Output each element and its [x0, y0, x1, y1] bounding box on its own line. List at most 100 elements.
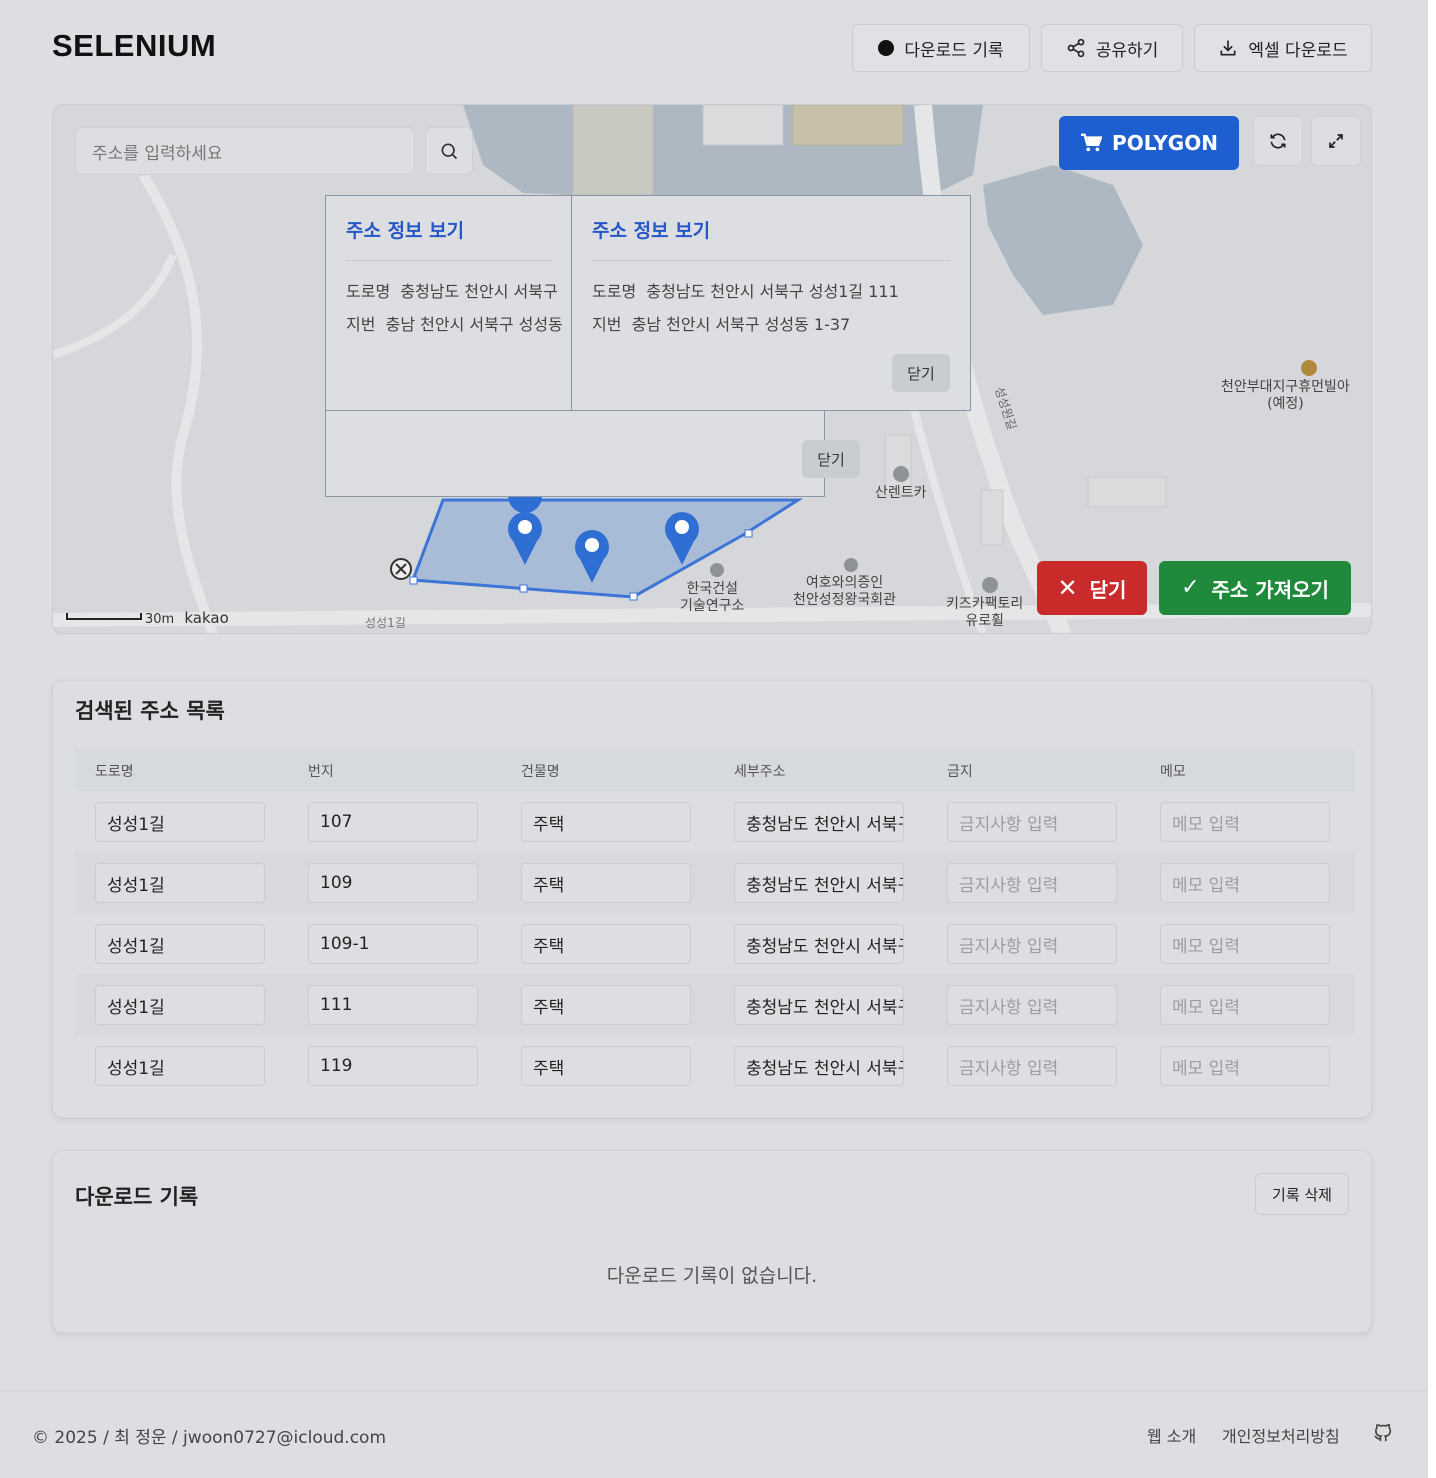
place-kingdom-hall-sub: 천안성정왕국회관: [793, 592, 897, 608]
place-kingdom-hall-name: 여호와의증인: [805, 575, 884, 591]
place-kict-sub: 기술연구소: [680, 598, 745, 614]
footer-copyright: © 2025 / 최 정운 / jwoon0727@icloud.com: [32, 1428, 386, 1448]
cart-icon: [1081, 133, 1103, 152]
excel-download-label: 엑셀 다운로드: [1248, 40, 1348, 61]
popup-2-close-button[interactable]: 닫기: [892, 354, 950, 392]
github-icon[interactable]: [1372, 1421, 1394, 1443]
detail-input[interactable]: 충청남도 천안시 서북구: [734, 863, 904, 903]
popup-2-jibun-value: 충남 천안시 서북구 성성동 1-37: [631, 315, 851, 334]
popup-back-close-label: 닫기: [817, 450, 845, 469]
detail-input[interactable]: 충청남도 천안시 서북구: [734, 802, 904, 842]
number-input[interactable]: 109: [308, 863, 478, 903]
page: SELENIUM 다운로드 기록 공유하기 엑셀 다운로드 주소를 입력하세요 …: [0, 0, 1428, 1478]
popup-1-jibun: 지번 충남 천안시 서북구 성성동: [346, 311, 563, 335]
ban-input[interactable]: 금지사항 입력: [947, 863, 1117, 903]
place-label-rentcar: 산렌트카: [875, 485, 927, 502]
footer-divider: [0, 1390, 1428, 1391]
building-input[interactable]: 주택: [521, 802, 691, 842]
road-input[interactable]: 성성1길: [95, 1046, 265, 1086]
table-row: 성성1길 111 주택 충청남도 천안시 서북구 금지사항 입력 메모 입력: [75, 974, 1355, 1035]
number-input[interactable]: 107: [308, 802, 478, 842]
col-road: 도로명: [95, 764, 134, 780]
number-input[interactable]: 109-1: [308, 924, 478, 964]
memo-input[interactable]: 메모 입력: [1160, 1046, 1330, 1086]
popup-1-road: 도로명 충청남도 천안시 서북구: [346, 278, 558, 302]
detail-input[interactable]: 충청남도 천안시 서북구: [734, 1046, 904, 1086]
place-label-humanvill: 천안부대지구휴먼빌아 (예정): [1221, 379, 1350, 413]
map-scale: 30m kakao: [67, 609, 229, 627]
place-label-kict: 한국건설 기술연구소: [680, 581, 744, 615]
ban-input[interactable]: 금지사항 입력: [947, 985, 1117, 1025]
table-row: 성성1길 109 주택 충청남도 천안시 서북구 금지사항 입력 메모 입력: [75, 852, 1355, 913]
building-input[interactable]: 주택: [521, 863, 691, 903]
number-input[interactable]: 119: [308, 1046, 478, 1086]
road-input[interactable]: 성성1길: [95, 802, 265, 842]
popup-2-road: 도로명 충청남도 천안시 서북구 성성1길 111: [592, 278, 899, 302]
table-row: 성성1길 107 주택 충청남도 천안시 서북구 금지사항 입력 메모 입력: [75, 791, 1355, 852]
map-provider-logo: kakao: [184, 609, 229, 627]
empty-history-message: 다운로드 기록이 없습니다.: [606, 1265, 818, 1287]
expand-icon: [1329, 134, 1343, 148]
address-list-title: 검색된 주소 목록: [75, 699, 225, 723]
popup-2-jibun-label: 지번: [592, 315, 622, 334]
road-input[interactable]: 성성1길: [95, 863, 265, 903]
share-label: 공유하기: [1095, 40, 1159, 61]
footer-privacy-link[interactable]: 개인정보처리방침: [1222, 1423, 1340, 1447]
memo-input[interactable]: 메모 입력: [1160, 863, 1330, 903]
col-number: 번지: [308, 764, 334, 780]
download-history-button[interactable]: 다운로드 기록: [852, 24, 1030, 72]
map-popup-2: 주소 정보 보기 도로명 충청남도 천안시 서북구 성성1길 111 지번 충남…: [571, 195, 971, 411]
refresh-button[interactable]: [1253, 116, 1303, 166]
col-building: 건물명: [521, 764, 560, 780]
memo-input[interactable]: 메모 입력: [1160, 924, 1330, 964]
fetch-address-button[interactable]: ✓ 주소 가져오기: [1159, 561, 1351, 615]
polygon-button[interactable]: POLYGON: [1059, 116, 1239, 170]
footer-about-link[interactable]: 웹 소개: [1147, 1423, 1196, 1447]
place-kict-name: 한국건설: [686, 581, 738, 597]
popup-2-divider: [592, 260, 950, 261]
address-list-card: 검색된 주소 목록 도로명 번지 건물명 세부주소 금지 메모 성성1길 107…: [52, 680, 1372, 1118]
download-icon: [1220, 40, 1236, 56]
search-button[interactable]: [425, 127, 473, 175]
place-humanvill-name: 천안부대지구휴먼빌아: [1221, 379, 1350, 395]
popup-2-title: 주소 정보 보기: [592, 220, 711, 242]
map-close-button[interactable]: ✕ 닫기: [1037, 561, 1147, 615]
detail-input[interactable]: 충청남도 천안시 서북구: [734, 985, 904, 1025]
popup-1-jibun-value: 충남 천안시 서북구 성성동: [385, 315, 563, 334]
building-input[interactable]: 주택: [521, 985, 691, 1025]
popup-1-jibun-label: 지번: [346, 315, 376, 334]
popup-back-close-button[interactable]: 닫기: [802, 440, 860, 478]
address-search-input[interactable]: 주소를 입력하세요: [75, 127, 415, 175]
record-dot-icon: [878, 40, 895, 56]
map-scale-value: 30m: [145, 612, 175, 627]
window-edge: [1428, 0, 1436, 1478]
check-icon: ✓: [1181, 575, 1200, 600]
road-input[interactable]: 성성1길: [95, 924, 265, 964]
place-label-kidscafe: 키즈카팩토리 유로휠: [946, 596, 1023, 630]
delete-history-button[interactable]: 기록 삭제: [1255, 1173, 1349, 1215]
memo-input[interactable]: 메모 입력: [1160, 985, 1330, 1025]
excel-download-button[interactable]: 엑셀 다운로드: [1194, 24, 1372, 72]
col-memo: 메모: [1160, 764, 1186, 780]
building-input[interactable]: 주택: [521, 1046, 691, 1086]
popup-1-road-label: 도로명: [346, 282, 391, 301]
map-popup-back: 닫기: [325, 405, 860, 497]
place-label-kingdom-hall: 여호와의증인 천안성정왕국회관: [793, 575, 896, 609]
ban-input[interactable]: 금지사항 입력: [947, 924, 1117, 964]
number-input[interactable]: 111: [308, 985, 478, 1025]
map-panel[interactable]: 주소를 입력하세요 닫기 주소 정보 보기 도로명 충청남도 천안시 서북구 지…: [52, 104, 1372, 634]
ban-input[interactable]: 금지사항 입력: [947, 1046, 1117, 1086]
fetch-address-label: 주소 가져오기: [1211, 577, 1329, 602]
ban-input[interactable]: 금지사항 입력: [947, 802, 1117, 842]
building-input[interactable]: 주택: [521, 924, 691, 964]
place-rentcar-name: 산렌트카: [875, 485, 927, 501]
download-history-title: 다운로드 기록: [75, 1185, 199, 1209]
memo-input[interactable]: 메모 입력: [1160, 802, 1330, 842]
share-button[interactable]: 공유하기: [1041, 24, 1183, 72]
popup-1-divider: [346, 260, 552, 261]
fullscreen-button[interactable]: [1311, 116, 1361, 166]
brand-logo[interactable]: SELENIUM: [52, 28, 216, 64]
road-input[interactable]: 성성1길: [95, 985, 265, 1025]
close-icon: ✕: [1057, 574, 1078, 602]
detail-input[interactable]: 충청남도 천안시 서북구: [734, 924, 904, 964]
